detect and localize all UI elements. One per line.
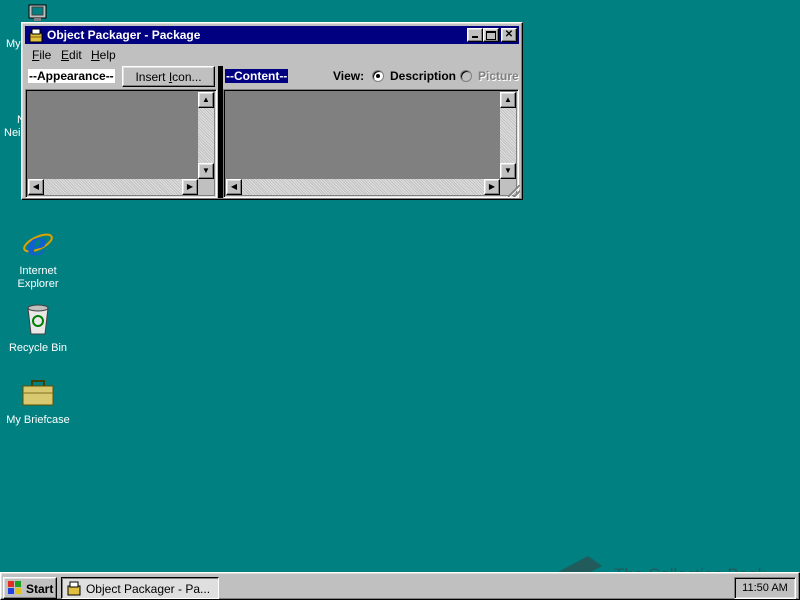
taskbar: Start Object Packager - Pa... 11:50 AM <box>0 572 800 600</box>
close-icon: ✕ <box>504 29 514 40</box>
arrow-right-icon: ▶ <box>186 182 194 191</box>
maximize-icon <box>486 31 496 40</box>
button-label: con... <box>172 70 202 84</box>
menu-label: ile <box>39 48 52 62</box>
arrow-left-icon: ◀ <box>32 182 40 191</box>
menu-label: dit <box>69 48 82 62</box>
system-tray: 11:50 AM <box>734 577 796 599</box>
view-description-radio[interactable] <box>372 70 384 82</box>
appearance-pane[interactable]: ▲ ▼ ◀ ▶ <box>25 89 217 198</box>
view-picture-radio <box>460 70 472 82</box>
menu-bar: File Edit Help <box>25 45 519 64</box>
menu-label: elp <box>99 48 116 62</box>
arrow-left-icon: ◀ <box>230 182 238 191</box>
scroll-up-button[interactable]: ▲ <box>500 92 516 108</box>
desktop-partial-label: Nei <box>4 127 21 139</box>
scroll-left-button[interactable]: ◀ <box>226 179 242 195</box>
minimize-button[interactable] <box>467 28 483 42</box>
title-bar[interactable]: Object Packager - Package ✕ <box>25 26 519 44</box>
resize-grip-icon[interactable] <box>508 185 520 197</box>
menu-help[interactable]: Help <box>91 48 116 62</box>
radio-selected-dot <box>376 74 380 78</box>
view-label: View: <box>333 69 365 83</box>
clock[interactable]: 11:50 AM <box>742 582 788 594</box>
appearance-pane-label[interactable]: --Appearance-- <box>28 69 115 83</box>
view-description-label[interactable]: Description <box>390 69 456 83</box>
minimize-icon <box>472 36 478 38</box>
appearance-horizontal-scrollbar[interactable]: ◀ ▶ <box>28 179 198 195</box>
desktop-icon-label: My Briefcase <box>6 414 70 426</box>
desktop-icon-recycle-bin[interactable]: Recycle Bin <box>2 302 74 355</box>
menu-file[interactable]: File <box>32 48 51 62</box>
windows-logo-icon <box>8 581 21 594</box>
menu-accel: H <box>91 48 100 62</box>
start-button[interactable]: Start <box>3 577 57 599</box>
arrow-up-icon: ▲ <box>202 95 210 104</box>
start-label: Start <box>26 582 54 596</box>
arrow-down-icon: ▼ <box>504 166 512 175</box>
menu-edit[interactable]: Edit <box>61 48 82 62</box>
desktop-icon-label: Explorer <box>17 278 59 290</box>
scroll-down-button[interactable]: ▼ <box>198 163 214 179</box>
taskbar-button-object-packager[interactable]: Object Packager - Pa... <box>61 577 219 599</box>
scroll-right-button[interactable]: ▶ <box>182 179 198 195</box>
packager-app-icon <box>67 581 81 596</box>
internet-explorer-icon: e <box>23 225 53 263</box>
desktop-partial-label: My <box>6 38 21 50</box>
content-vertical-scrollbar[interactable]: ▲ ▼ <box>500 92 516 179</box>
view-picture-label: Picture <box>478 69 519 83</box>
arrow-up-icon: ▲ <box>504 95 512 104</box>
computer-icon <box>28 4 47 21</box>
content-pane[interactable]: ▲ ▼ ◀ ▶ <box>223 89 519 198</box>
arrow-right-icon: ▶ <box>488 182 496 191</box>
desktop-icon-internet-explorer[interactable]: e Internet Explorer <box>2 225 74 291</box>
insert-icon-button[interactable]: Insert Icon... <box>122 66 215 87</box>
button-label: Insert <box>135 70 169 84</box>
recycle-bin-icon <box>27 304 49 335</box>
object-packager-window: Object Packager - Package ✕ File Edit He… <box>21 22 523 200</box>
scroll-down-button[interactable]: ▼ <box>500 163 516 179</box>
maximize-button[interactable] <box>483 28 499 42</box>
menu-accel: E <box>61 48 70 62</box>
appearance-vertical-scrollbar[interactable]: ▲ ▼ <box>198 92 214 179</box>
arrow-down-icon: ▼ <box>202 166 210 175</box>
taskbar-button-label: Object Packager - Pa... <box>85 582 211 596</box>
content-horizontal-scrollbar[interactable]: ◀ ▶ <box>226 179 500 195</box>
content-pane-label[interactable]: --Content-- <box>225 69 289 83</box>
scrollbar-corner <box>198 179 214 195</box>
svg-text:e: e <box>27 225 47 259</box>
desktop-icon-my-briefcase[interactable]: My Briefcase <box>2 378 74 427</box>
window-title: Object Packager - Package <box>47 28 201 42</box>
close-button[interactable]: ✕ <box>501 28 517 42</box>
my-computer-icon[interactable] <box>28 4 48 22</box>
desktop-icon-label: Internet <box>19 265 57 277</box>
packager-app-icon[interactable] <box>28 27 44 43</box>
scroll-right-button[interactable]: ▶ <box>484 179 500 195</box>
scroll-left-button[interactable]: ◀ <box>28 179 44 195</box>
desktop-icon-label: Recycle Bin <box>8 342 68 354</box>
briefcase-icon <box>22 380 54 406</box>
scroll-up-button[interactable]: ▲ <box>198 92 214 108</box>
